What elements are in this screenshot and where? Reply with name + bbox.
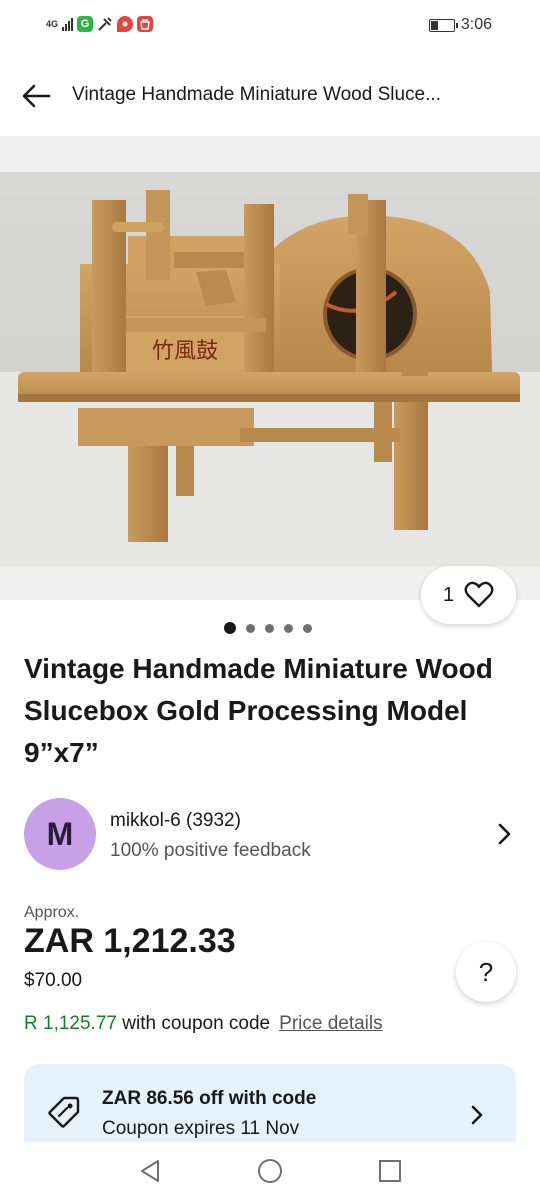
price-usd: $70.00 bbox=[24, 970, 83, 991]
nav-recents-button[interactable] bbox=[375, 1156, 405, 1186]
coupon-tag-icon bbox=[48, 1096, 80, 1128]
coupon-card[interactable]: ZAR 86.56 off with code Coupon expires 1… bbox=[24, 1064, 516, 1144]
heart-icon bbox=[464, 581, 494, 608]
pagination-dot[interactable] bbox=[246, 623, 255, 633]
like-count: 1 bbox=[442, 583, 455, 606]
price-details-link[interactable]: Price details bbox=[279, 1013, 383, 1034]
watch-like-button[interactable]: 1 bbox=[421, 566, 516, 624]
coupon-text: with coupon code bbox=[116, 1013, 271, 1034]
nav-home-button[interactable] bbox=[255, 1156, 285, 1186]
battery-icon bbox=[428, 18, 458, 32]
discounted-price: R 1,125.77 bbox=[24, 1013, 117, 1034]
seller-avatar: M bbox=[24, 798, 96, 870]
gallery-pagination bbox=[224, 622, 312, 634]
circle-home-icon bbox=[258, 1159, 282, 1183]
seller-name: mikkol-6 (3932) bbox=[110, 810, 241, 831]
page-title: Vintage Handmade Miniature Wood Sluce... bbox=[72, 84, 441, 105]
chevron-right-icon bbox=[471, 1105, 483, 1125]
item-photo[interactable]: 竹風鼓 bbox=[0, 172, 540, 566]
network-indicator: 4G bbox=[46, 19, 59, 29]
pagination-dot-active[interactable] bbox=[224, 622, 236, 634]
back-arrow-icon bbox=[22, 84, 51, 108]
help-button[interactable]: ? bbox=[456, 942, 516, 1002]
coupon-expiry: Coupon expires 11 Nov bbox=[102, 1118, 300, 1139]
map-notification-icon bbox=[117, 16, 134, 32]
shop-notification-icon bbox=[137, 16, 154, 32]
pagination-dot[interactable] bbox=[303, 623, 312, 633]
coupon-price-line: R 1,125.77 with coupon code Price details bbox=[24, 1013, 383, 1035]
square-recents-icon bbox=[379, 1160, 401, 1182]
network-label: 4G bbox=[46, 19, 59, 29]
status-right: 3:06 bbox=[428, 16, 492, 34]
nav-back-button[interactable] bbox=[135, 1156, 165, 1186]
triangle-back-icon bbox=[141, 1160, 159, 1182]
top-app-bar: Vintage Handmade Miniature Wood Sluce... bbox=[0, 52, 540, 136]
chevron-right-icon bbox=[498, 823, 511, 845]
svg-text:竹風鼓: 竹風鼓 bbox=[152, 339, 218, 364]
seller-row[interactable]: M mikkol-6 (3932) 100% positive feedback bbox=[24, 798, 520, 874]
image-gallery[interactable]: 竹風鼓 bbox=[0, 136, 540, 600]
app-notification-icon: G bbox=[77, 16, 94, 32]
coupon-title: ZAR 86.56 off with code bbox=[102, 1088, 317, 1109]
wooden-slucebox-image: 竹風鼓 bbox=[0, 190, 540, 566]
status-bar: 4G G 3:06 bbox=[0, 0, 540, 52]
pagination-dot[interactable] bbox=[284, 623, 293, 633]
back-button[interactable] bbox=[16, 76, 56, 116]
item-title: Vintage Handmade Miniature Wood Slucebox… bbox=[24, 653, 493, 768]
seller-feedback: 100% positive feedback bbox=[110, 840, 311, 861]
pagination-dot[interactable] bbox=[265, 623, 274, 633]
signal-icon bbox=[62, 17, 74, 31]
system-nav-bar bbox=[0, 1142, 540, 1200]
approx-label: Approx. bbox=[24, 904, 80, 921]
tools-notification-icon bbox=[97, 16, 114, 32]
price-local: ZAR 1,212.33 bbox=[24, 922, 236, 960]
status-time: 3:06 bbox=[460, 16, 492, 33]
status-left: 4G G bbox=[46, 16, 154, 32]
